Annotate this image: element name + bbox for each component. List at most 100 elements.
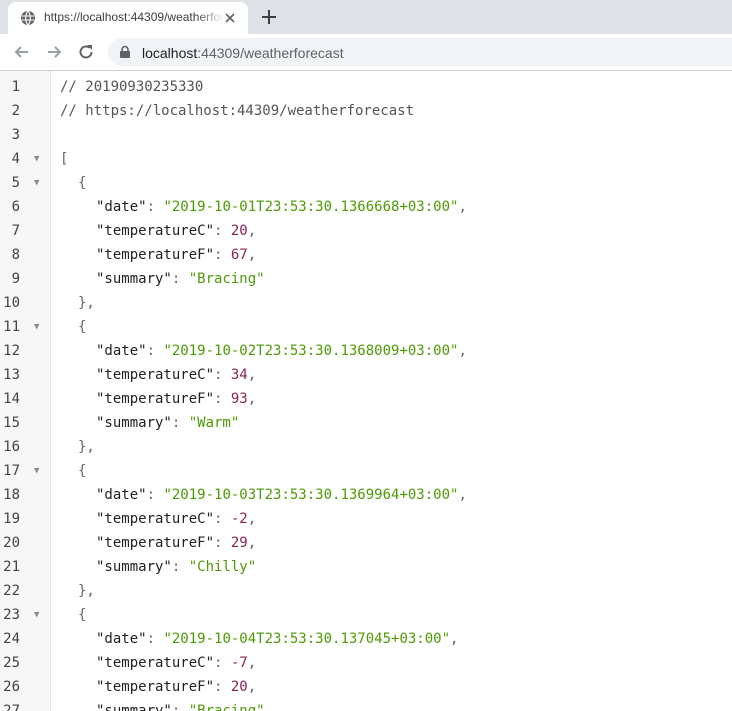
line-number: 1 — [11, 79, 20, 95]
code-line: 2 // https://localhost:44309/weatherfore… — [0, 99, 732, 123]
code-line: 24 "date": "2019-10-04T23:53:30.137045+0… — [0, 627, 732, 651]
code-line: 14 "temperatureF": 93, — [0, 387, 732, 411]
line-number: 25 — [3, 655, 20, 671]
line-number: 8 — [11, 247, 20, 263]
json-entry: "summary": "Warm" — [96, 415, 240, 431]
line-number: 22 — [3, 583, 20, 599]
code-line: 18 "date": "2019-10-03T23:53:30.1369964+… — [0, 483, 732, 507]
lock-icon[interactable] — [118, 45, 132, 59]
line-number: 14 — [3, 391, 20, 407]
open-bracket: [ — [60, 151, 69, 167]
code-line: 13 "temperatureC": 34, — [0, 363, 732, 387]
url-comment: // https://localhost:44309/weatherforeca… — [60, 103, 415, 119]
code-line: 6 "date": "2019-10-01T23:53:30.1366668+0… — [0, 195, 732, 219]
json-entry: "summary": "Bracing" — [96, 271, 265, 287]
code-line: 23 ▼ { — [0, 603, 732, 627]
json-key: "date" — [96, 631, 147, 647]
json-entry: "date": "2019-10-03T23:53:30.1369964+03:… — [96, 487, 467, 503]
fold-toggle-icon[interactable]: ▼ — [34, 603, 39, 627]
back-arrow-icon[interactable] — [12, 42, 32, 62]
json-key: "temperatureC" — [96, 511, 215, 527]
url-text: localhost:44309/weatherforecast — [142, 45, 344, 61]
json-key: "summary" — [96, 271, 172, 287]
line-number: 20 — [3, 535, 20, 551]
open-brace: { — [78, 175, 87, 191]
code-line: 26 "temperatureF": 20, — [0, 675, 732, 699]
new-tab-icon[interactable] — [258, 6, 280, 28]
json-key: "date" — [96, 487, 147, 503]
fold-toggle-icon[interactable]: ▼ — [34, 459, 39, 483]
json-number-value: -2 — [230, 511, 248, 527]
browser-tab[interactable]: https://localhost:44309/weatherforecast — [8, 2, 248, 34]
open-brace: { — [78, 463, 87, 479]
code-line: 15 "summary": "Warm" — [0, 411, 732, 435]
forward-arrow-icon[interactable] — [44, 42, 64, 62]
line-number: 16 — [3, 439, 20, 455]
code-line: 16 }, — [0, 435, 732, 459]
fold-toggle-icon[interactable]: ▼ — [34, 315, 39, 339]
globe-icon — [21, 10, 35, 26]
json-entry: "temperatureF": 93, — [96, 391, 257, 407]
json-string-value: "2019-10-03T23:53:30.1369964+03:00" — [163, 487, 459, 503]
line-number: 11 — [3, 319, 20, 335]
json-string-value: "Bracing" — [188, 703, 265, 711]
json-key: "date" — [96, 199, 147, 215]
code-line: 17 ▼ { — [0, 459, 732, 483]
json-entry: "date": "2019-10-04T23:53:30.137045+03:0… — [96, 631, 459, 647]
line-number: 9 — [11, 271, 20, 287]
json-key: "date" — [96, 343, 147, 359]
line-number: 26 — [3, 679, 20, 695]
json-viewer: 1 // 20190930235330 2 // https://localho… — [0, 71, 732, 711]
close-brace: }, — [78, 295, 95, 311]
code-line: 8 "temperatureF": 67, — [0, 243, 732, 267]
line-number: 18 — [3, 487, 20, 503]
address-bar[interactable]: localhost:44309/weatherforecast — [108, 38, 732, 66]
code-line: 3 — [0, 123, 732, 147]
line-number: 7 — [11, 223, 20, 239]
json-key: "summary" — [96, 559, 172, 575]
code-line: 10 }, — [0, 291, 732, 315]
json-number-value: 20 — [230, 223, 248, 239]
code-line: 5 ▼ { — [0, 171, 732, 195]
json-string-value: "2019-10-04T23:53:30.137045+03:00" — [163, 631, 451, 647]
json-number-value: 93 — [230, 391, 248, 407]
json-number-value: -7 — [230, 655, 248, 671]
json-entry: "temperatureF": 29, — [96, 535, 257, 551]
reload-icon[interactable] — [76, 42, 96, 62]
code-line: 7 "temperatureC": 20, — [0, 219, 732, 243]
json-number-value: 67 — [230, 247, 248, 263]
line-number: 24 — [3, 631, 20, 647]
json-number-value: 34 — [230, 367, 248, 383]
line-number: 19 — [3, 511, 20, 527]
line-number: 6 — [11, 199, 20, 215]
line-number: 10 — [3, 295, 20, 311]
code-line: 11 ▼ { — [0, 315, 732, 339]
json-entry: "temperatureC": -2, — [96, 511, 257, 527]
close-icon[interactable] — [222, 10, 238, 26]
code-line: 19 "temperatureC": -2, — [0, 507, 732, 531]
open-brace: { — [78, 319, 87, 335]
json-key: "temperatureF" — [96, 391, 215, 407]
browser-toolbar: localhost:44309/weatherforecast — [0, 34, 732, 71]
url-host: localhost — [142, 45, 198, 61]
fold-toggle-icon[interactable]: ▼ — [34, 171, 39, 195]
line-number: 2 — [11, 103, 20, 119]
line-number: 12 — [3, 343, 20, 359]
line-number: 21 — [3, 559, 20, 575]
line-number: 4 — [11, 151, 20, 167]
url-path: :44309/weatherforecast — [197, 45, 344, 61]
json-number-value: 20 — [230, 679, 248, 695]
line-number: 3 — [11, 127, 20, 143]
json-key: "summary" — [96, 703, 172, 711]
code-line: 22 }, — [0, 579, 732, 603]
code-line: 1 // 20190930235330 — [0, 75, 732, 99]
close-brace: }, — [78, 439, 95, 455]
json-key: "temperatureC" — [96, 655, 215, 671]
code-line: 12 "date": "2019-10-02T23:53:30.1368009+… — [0, 339, 732, 363]
json-entry: "summary": "Chilly" — [96, 559, 257, 575]
code-line: 27 "summary": "Bracing" — [0, 699, 732, 711]
code-line: 21 "summary": "Chilly" — [0, 555, 732, 579]
fold-toggle-icon[interactable]: ▼ — [34, 147, 39, 171]
line-number: 17 — [3, 463, 20, 479]
json-entry: "temperatureF": 67, — [96, 247, 257, 263]
